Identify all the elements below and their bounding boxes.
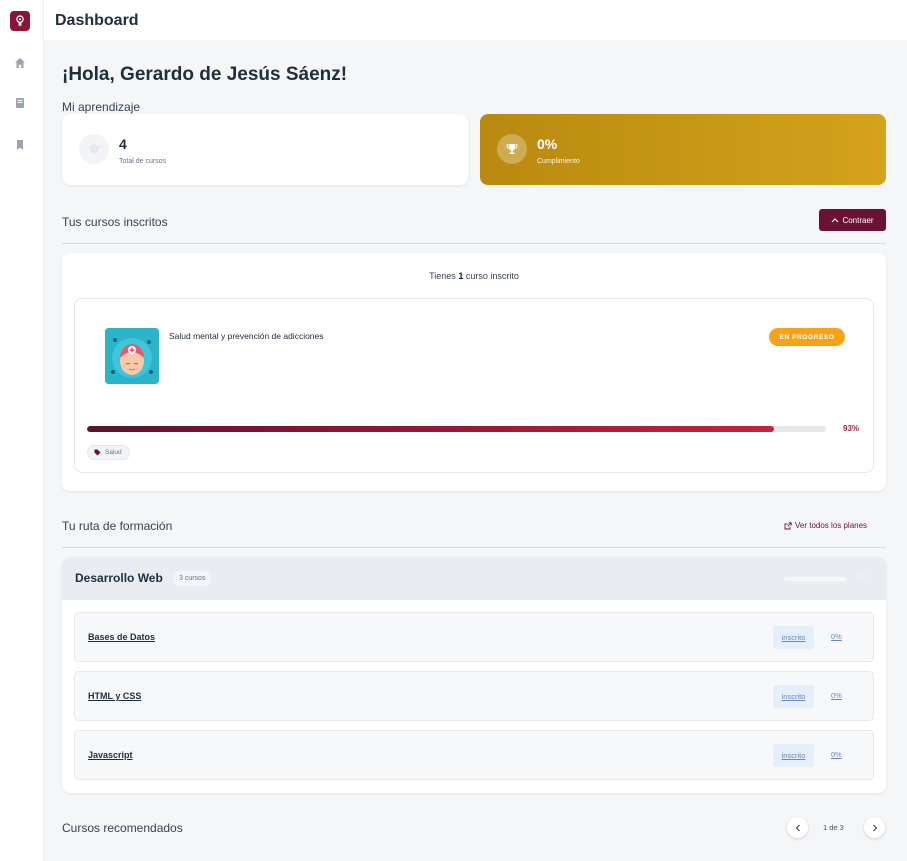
enrolled-status-pill[interactable]: inscrito [773, 626, 814, 649]
total-courses-value: 4 [119, 136, 127, 152]
trophy-icon [497, 134, 527, 164]
external-link-icon [784, 521, 792, 529]
pager-prev-button[interactable] [787, 817, 808, 838]
plan-progress-bar [784, 577, 846, 581]
enrolled-status-pill[interactable]: inscrito [773, 685, 814, 708]
course-progress-bar [87, 426, 826, 432]
route-course-link[interactable]: Javascript [88, 750, 133, 760]
route-panel: Desarrollo Web 3 cursos 0% Bases de Dato… [62, 557, 886, 793]
chevron-right-icon [872, 824, 877, 831]
sidebar [0, 0, 44, 861]
recommended-section-title: Cursos recomendados [62, 821, 183, 835]
bookmark-icon[interactable] [13, 138, 27, 152]
enrolled-divider [62, 243, 886, 244]
pager-next-button[interactable] [864, 817, 885, 838]
plan-progress-percent: 0% [856, 574, 867, 581]
route-divider [62, 547, 886, 548]
route-course-percent[interactable]: 0% [831, 750, 842, 759]
view-all-plans-label: Ver todos los planes [795, 521, 868, 530]
total-courses-card: 4 Total de cursos [62, 114, 468, 185]
top-bar: Dashboard [44, 0, 907, 40]
greeting-heading: ¡Hola, Gerardo de Jesús Sáenz! [62, 64, 348, 85]
book-icon[interactable] [13, 96, 27, 110]
course-progress-fill [87, 426, 775, 432]
route-course-link[interactable]: Bases de Datos [88, 632, 155, 642]
route-course-item: HTML y CSS inscrito 0% [74, 671, 874, 721]
route-course-link[interactable]: HTML y CSS [88, 691, 141, 701]
collapse-button-label: Contraer [842, 215, 874, 225]
course-thumbnail [105, 328, 159, 384]
main-content: ¡Hola, Gerardo de Jesús Sáenz! Mi aprend… [44, 40, 907, 861]
route-course-percent[interactable]: 0% [831, 632, 842, 641]
enrolled-course-card[interactable]: Salud mental y prevención de adicciones … [74, 298, 874, 473]
route-section-title: Tu ruta de formación [62, 519, 173, 533]
status-badge: EN PROGRESO [769, 328, 845, 346]
category-tag[interactable]: Salud [87, 445, 130, 460]
page-title: Dashboard [55, 12, 139, 29]
route-course-item: Javascript inscrito 0% [74, 730, 874, 780]
logo-icon[interactable] [10, 11, 30, 31]
chevron-left-icon [795, 824, 800, 831]
collapse-button[interactable]: Contraer [819, 209, 886, 231]
enrolled-section-title: Tus cursos inscritos [62, 215, 168, 229]
pager-status: 1 de 3 [823, 823, 844, 832]
plan-course-count: 3 cursos [173, 571, 212, 586]
home-icon[interactable] [13, 56, 27, 70]
completion-card: 0% Cumplimiento [480, 114, 886, 185]
enrolled-count-text: Tienes 1 curso inscrito [429, 271, 519, 281]
course-title: Salud mental y prevención de adicciones [169, 331, 324, 341]
route-course-percent[interactable]: 0% [831, 691, 842, 700]
completion-label: Cumplimiento [537, 158, 580, 165]
enrolled-status-pill[interactable]: inscrito [773, 744, 814, 767]
total-courses-label: Total de cursos [119, 158, 167, 165]
course-progress-percent: 93% [843, 424, 860, 433]
route-course-item: Bases de Datos inscrito 0% [74, 612, 874, 662]
plan-title: Desarrollo Web [75, 571, 163, 585]
plan-header[interactable]: Desarrollo Web 3 cursos 0% [62, 557, 886, 600]
category-tag-label: Salud [105, 449, 122, 456]
learning-section-title: Mi aprendizaje [62, 100, 141, 114]
tag-icon [94, 449, 101, 456]
enrolled-panel: Tienes 1 curso inscrito Salud mental y p… [62, 253, 886, 491]
graduation-cap-icon [79, 134, 109, 164]
view-all-plans-link[interactable]: Ver todos los planes [784, 521, 867, 530]
chevron-up-icon [832, 218, 839, 223]
completion-value: 0% [537, 136, 558, 152]
